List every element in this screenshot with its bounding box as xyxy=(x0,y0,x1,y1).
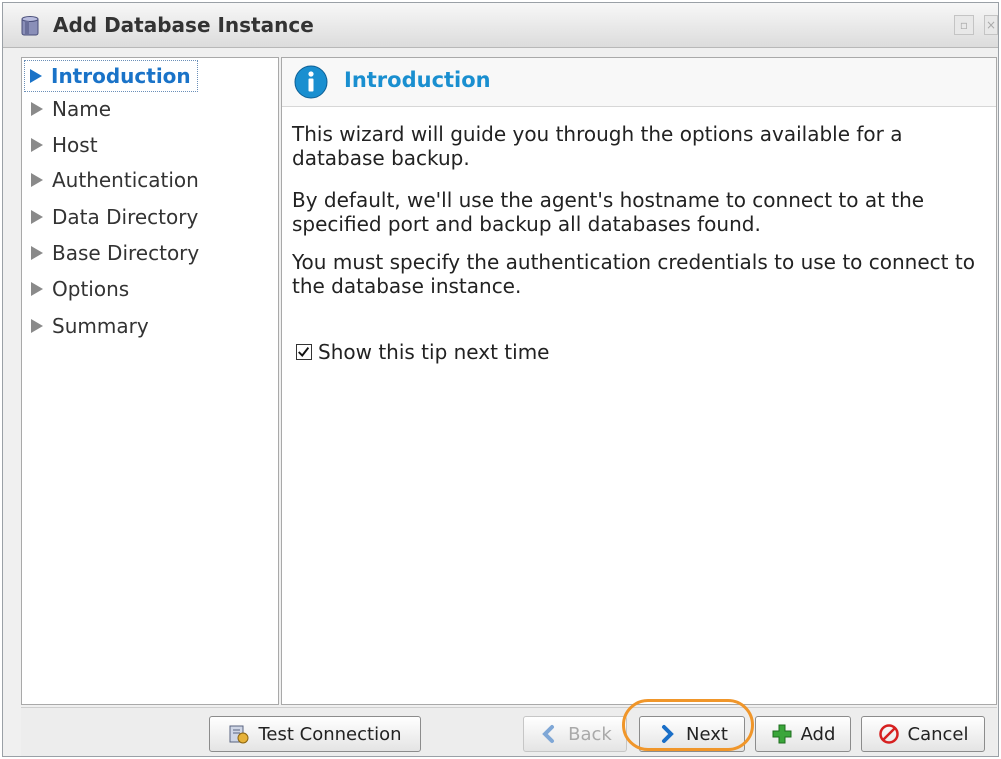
sidebar-item-label: Options xyxy=(52,277,130,301)
intro-paragraph: By default, we'll use the agent's hostna… xyxy=(292,188,925,236)
title-bar[interactable]: Add Database Instance ▫ × xyxy=(3,3,998,48)
triangle-right-icon xyxy=(30,69,42,83)
sidebar-item-authentication[interactable]: Authentication xyxy=(28,165,199,195)
back-button[interactable]: Back xyxy=(523,716,627,752)
sidebar-item-label: Summary xyxy=(52,314,149,338)
show-tip-label: Show this tip next time xyxy=(318,340,550,364)
sidebar-item-data-directory[interactable]: Data Directory xyxy=(28,202,198,232)
wizard-steps-sidebar: Introduction Name Host Authentication Da… xyxy=(21,57,279,705)
triangle-right-icon xyxy=(31,246,43,260)
sidebar-item-label: Host xyxy=(52,133,98,157)
sidebar-item-summary[interactable]: Summary xyxy=(28,311,149,341)
database-icon xyxy=(21,16,39,36)
info-icon xyxy=(294,65,328,99)
content-title: Introduction xyxy=(344,68,491,92)
window-title: Add Database Instance xyxy=(53,13,314,37)
triangle-right-icon xyxy=(31,102,43,116)
sidebar-item-label: Introduction xyxy=(51,64,191,88)
triangle-right-icon xyxy=(31,138,43,152)
sidebar-item-label: Data Directory xyxy=(52,205,199,229)
sidebar-item-options[interactable]: Options xyxy=(28,274,129,304)
test-connection-label: Test Connection xyxy=(258,723,402,745)
add-database-instance-dialog: Add Database Instance ▫ × Introduction N… xyxy=(2,2,999,757)
sidebar-item-name[interactable]: Name xyxy=(28,94,111,124)
cancel-icon xyxy=(878,724,899,744)
intro-paragraph: This wizard will guide you through the o… xyxy=(292,122,903,170)
sidebar-item-label: Authentication xyxy=(52,168,199,192)
cancel-button[interactable]: Cancel xyxy=(861,716,985,752)
sidebar-item-base-directory[interactable]: Base Directory xyxy=(28,238,199,268)
triangle-right-icon xyxy=(31,210,43,224)
maximize-button[interactable]: ▫ xyxy=(954,15,974,35)
add-label: Add xyxy=(800,723,836,745)
triangle-right-icon xyxy=(31,173,43,187)
content-header: Introduction xyxy=(282,58,996,107)
close-button[interactable]: × xyxy=(984,15,998,35)
sidebar-item-introduction[interactable]: Introduction xyxy=(24,60,198,92)
test-connection-button[interactable]: Test Connection xyxy=(209,716,421,752)
show-tip-checkbox[interactable] xyxy=(296,344,312,360)
cancel-label: Cancel xyxy=(907,723,969,745)
sidebar-item-host[interactable]: Host xyxy=(28,130,98,160)
next-button-highlight xyxy=(622,699,754,751)
triangle-right-icon xyxy=(31,319,43,333)
back-label: Back xyxy=(568,723,612,745)
chevron-left-icon xyxy=(542,725,555,743)
intro-paragraph: You must specify the authentication cred… xyxy=(292,250,975,298)
add-button[interactable]: Add xyxy=(755,716,851,752)
sidebar-item-label: Name xyxy=(52,97,112,121)
sidebar-item-label: Base Directory xyxy=(52,241,200,265)
show-tip-option[interactable]: Show this tip next time xyxy=(296,340,549,364)
wizard-content-panel: Introduction This wizard will guide you … xyxy=(281,57,997,705)
plus-icon xyxy=(772,724,792,744)
triangle-right-icon xyxy=(31,282,43,296)
test-connection-icon xyxy=(229,725,249,744)
checkmark-icon xyxy=(298,347,310,357)
wizard-footer: Test Connection Back Next Add Cancel xyxy=(21,707,997,756)
